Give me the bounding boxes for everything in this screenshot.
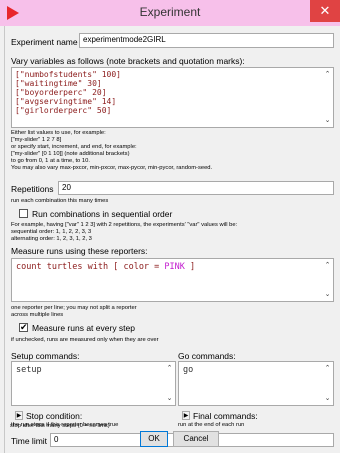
scroll-down-icon[interactable]: ⌄ (323, 394, 332, 403)
go-scrollbar[interactable]: ⌃ ⌄ (322, 362, 333, 405)
sequential-help-line: sequential order: 1, 1, 2, 2, 3, 3 (11, 229, 92, 235)
repetitions-help: run each combination this many times (11, 198, 109, 204)
time-limit-help: stop after this many steps (0 = no limit… (10, 423, 110, 429)
final-label: Final commands: (193, 411, 258, 421)
vary-help-line: to go from 0, 1 at a time, to 10. (11, 158, 90, 164)
experiment-dialog: Experiment ✕ Experiment name experimentm… (0, 0, 340, 453)
experiment-name-input[interactable]: experimentmode2GIRL (79, 33, 334, 48)
title-bar[interactable]: Experiment ✕ (0, 0, 340, 26)
time-limit-label: Time limit (11, 436, 48, 446)
ok-button[interactable]: OK (140, 431, 168, 447)
expand-stop-icon[interactable]: ▶ (15, 411, 23, 420)
measure-reporters-textarea[interactable]: count turtles with [ color = PINK ] ⌃ ⌄ (11, 258, 334, 302)
measure-scrollbar[interactable]: ⌃ ⌄ (322, 259, 333, 301)
scroll-up-icon[interactable]: ⌃ (165, 364, 174, 373)
expand-final-icon[interactable]: ▶ (182, 411, 190, 420)
dialog-body: Experiment name experimentmode2GIRL Vary… (4, 26, 339, 453)
vary-line: ["avgservingtime" 14] (15, 97, 117, 106)
setup-value: setup (16, 365, 42, 375)
sequential-checkbox[interactable] (19, 209, 28, 218)
setup-scrollbar[interactable]: ⌃ ⌄ (164, 362, 175, 405)
vary-help-line: You may also vary max-pxcor, min-pxcor, … (11, 165, 213, 171)
final-help: run at the end of each run (178, 422, 245, 428)
scroll-up-icon[interactable]: ⌃ (323, 70, 332, 79)
go-commands-textarea[interactable]: go ⌃ ⌄ (178, 361, 334, 406)
sequential-help-line: alternating order: 1, 2, 3, 1, 2, 3 (11, 236, 92, 242)
vary-help-line: or specify start, increment, and end, fo… (11, 144, 137, 150)
vary-line: ["numbofstudents" 100] (15, 70, 121, 79)
measure-help-line: across multiple lines (11, 312, 64, 318)
vary-line: ["boyorderperc" 20] (15, 88, 107, 97)
sequential-help: For example, having ["var" 1 2 3] with 2… (11, 222, 237, 243)
go-value: go (183, 365, 194, 375)
go-label: Go commands: (178, 351, 236, 361)
cancel-button[interactable]: Cancel (173, 431, 219, 447)
scroll-down-icon[interactable]: ⌄ (165, 394, 174, 403)
repetitions-label: Repetitions (11, 184, 54, 194)
every-step-help: if unchecked, runs are measured only whe… (11, 337, 159, 343)
every-step-label: Measure runs at every step (32, 323, 135, 333)
vary-help-line: ["my-slider" [0 1 10]] (note additional … (11, 151, 130, 157)
sequential-label: Run combinations in sequential order (32, 209, 173, 219)
vary-scrollbar[interactable]: ⌃ ⌄ (322, 68, 333, 127)
stop-label: Stop condition: (26, 411, 83, 421)
measure-code: count turtles with [ color = PINK ] (16, 262, 196, 272)
measure-help: one reporter per line; you may not split… (11, 305, 137, 319)
close-button[interactable]: ✕ (310, 0, 340, 22)
vary-help-line: ["my-slider" 1 2 7 8] (11, 137, 62, 143)
vary-help-line: Either list values to use, for example: (11, 130, 106, 136)
experiment-name-label: Experiment name (11, 37, 78, 47)
sequential-help-line: For example, having ["var" 1 2 3] with 2… (11, 222, 238, 228)
vary-variables-textarea[interactable]: ["numbofstudents" 100] ["waitingtime" 30… (11, 67, 334, 128)
setup-commands-textarea[interactable]: setup ⌃ ⌄ (11, 361, 176, 406)
measure-help-line: one reporter per line; you may not split… (11, 305, 137, 311)
scroll-up-icon[interactable]: ⌃ (323, 261, 332, 270)
vary-help: Either list values to use, for example: … (11, 130, 212, 172)
scroll-down-icon[interactable]: ⌄ (323, 116, 332, 125)
vary-line: ["girlorderperc" 50] (15, 106, 112, 115)
setup-label: Setup commands: (11, 351, 80, 361)
measure-label: Measure runs using these reporters: (11, 246, 148, 256)
scroll-up-icon[interactable]: ⌃ (323, 364, 332, 373)
repetitions-input[interactable]: 20 (58, 181, 334, 195)
scroll-down-icon[interactable]: ⌄ (323, 290, 332, 299)
vary-lines: ["numbofstudents" 100] ["waitingtime" 30… (15, 70, 121, 115)
every-step-checkbox[interactable]: ✔ (19, 322, 28, 332)
vary-label: Vary variables as follows (note brackets… (11, 56, 245, 66)
checkmark-icon: ✔ (20, 322, 28, 332)
vary-line: ["waitingtime" 30] (15, 79, 102, 88)
window-title: Experiment (139, 5, 201, 19)
